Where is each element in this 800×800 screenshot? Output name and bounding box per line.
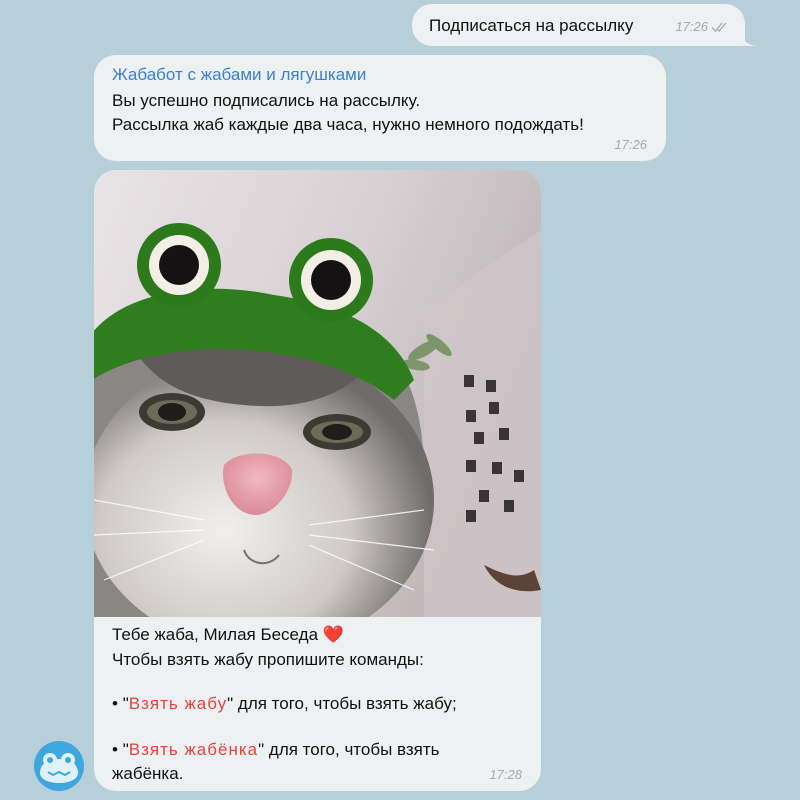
command-take-toadlet[interactable]: Взять жабёнка bbox=[129, 740, 258, 759]
double-check-icon bbox=[711, 22, 727, 32]
frog-face-icon bbox=[40, 753, 78, 783]
message-line: Вы успешно подписались на рассылку. bbox=[112, 91, 421, 110]
outgoing-message-time: 17:26 bbox=[675, 19, 708, 34]
message-time: 17:28 bbox=[489, 767, 522, 782]
instruction-line: Чтобы взять жабу пропишите команды: bbox=[112, 650, 424, 669]
cat-in-frog-hat-photo[interactable] bbox=[94, 170, 541, 617]
outgoing-message-text: Подписаться на рассылку bbox=[429, 16, 634, 35]
bullet: • bbox=[112, 740, 118, 759]
message-line: Рассылка жаб каждые два часа, нужно немн… bbox=[112, 115, 584, 134]
command-line-2-continued: жабёнка. bbox=[112, 764, 184, 783]
command-description: для того, чтобы взять bbox=[264, 740, 440, 759]
frog-avatar-icon[interactable] bbox=[34, 741, 84, 791]
outgoing-bubble-tail bbox=[741, 34, 757, 46]
command-line-2: • "Взять жабёнка" для того, чтобы взять bbox=[112, 740, 440, 760]
outgoing-message-meta: 17:26 bbox=[675, 19, 731, 34]
greeting-line: Тебе жаба, Милая Беседа ❤️ bbox=[112, 625, 344, 645]
sender-name[interactable]: Жабабот с жабами и лягушками bbox=[112, 65, 366, 85]
command-take-toad[interactable]: Взять жабу bbox=[129, 694, 227, 713]
message-time: 17:26 bbox=[614, 137, 647, 152]
command-description: для того, чтобы взять жабу; bbox=[233, 694, 457, 713]
command-line-1: • "Взять жабу" для того, чтобы взять жаб… bbox=[112, 694, 457, 714]
bullet: • bbox=[112, 694, 118, 713]
incoming-message-toad[interactable]: Тебе жаба, Милая Беседа ❤️ Чтобы взять ж… bbox=[94, 170, 541, 791]
incoming-message-subscribed[interactable]: Жабабот с жабами и лягушками Вы успешно … bbox=[94, 55, 666, 161]
greeting-text: Тебе жаба, Милая Беседа bbox=[112, 625, 319, 644]
outgoing-message[interactable]: Подписаться на рассылку 17:26 bbox=[412, 4, 745, 46]
heart-icon: ❤️ bbox=[322, 625, 344, 644]
